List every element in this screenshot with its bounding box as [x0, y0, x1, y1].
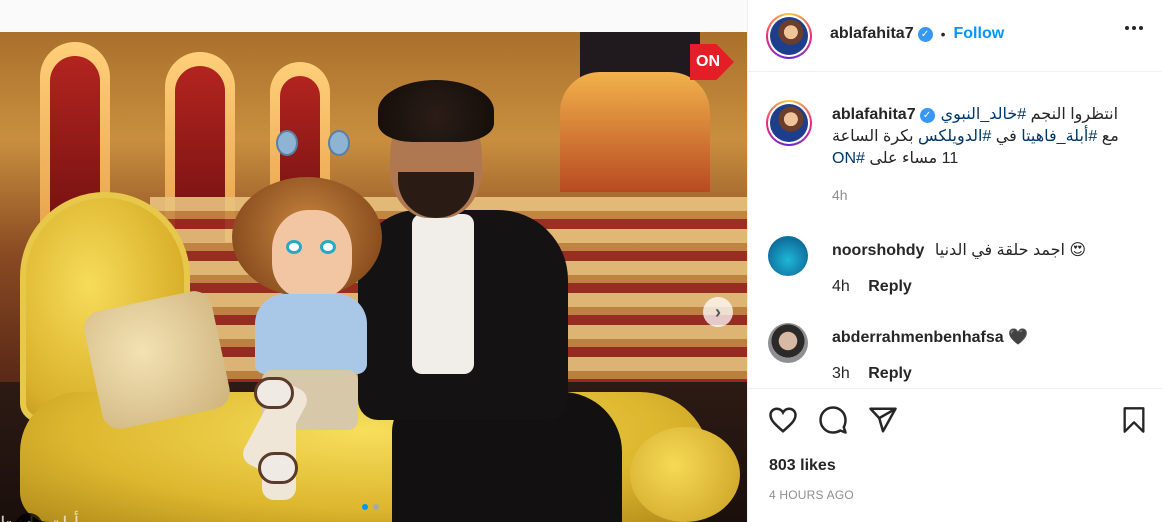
verified-badge-icon: ✓	[919, 107, 935, 123]
caption-line-2: مع #أبلة_فاهيتا في #الدويلكس بكرة الساعة	[832, 128, 1119, 145]
commenter-avatar[interactable]	[768, 323, 808, 363]
carousel-dot	[373, 504, 379, 510]
hashtag-link[interactable]: #أبلة_فاهيتا	[1021, 128, 1097, 145]
puppet-shirt	[255, 294, 367, 374]
puppet-eye	[286, 240, 302, 254]
caption-timestamp: 4h	[832, 187, 848, 203]
header-separator: •	[940, 26, 946, 42]
puppet-antenna	[276, 130, 298, 156]
commenter-avatar[interactable]	[768, 236, 808, 276]
puppet-face	[272, 210, 352, 298]
black-heart-emoji: 🖤	[1008, 329, 1028, 346]
channel-logo: ON	[690, 44, 734, 80]
reply-button[interactable]: Reply	[868, 278, 912, 295]
more-options-icon[interactable]	[1125, 26, 1143, 30]
comment-age: 4h	[832, 278, 850, 295]
hashtag-link[interactable]: #ON	[832, 150, 865, 167]
post-panel: ablafahita7 ✓ • Follow ablafahita7 ✓ انت…	[747, 0, 1162, 522]
commenter-username[interactable]: noorshohdy	[832, 242, 924, 259]
chevron-right-icon: ›	[715, 301, 721, 322]
author-username[interactable]: ablafahita7	[830, 25, 914, 43]
sofa-arm	[630, 427, 740, 522]
caption-line-3: 11 مساء على #ON	[832, 150, 959, 167]
post-timestamp: 4 HOURS AGO	[769, 488, 854, 502]
comment-text: اجمد حلقة في الدنيا	[934, 242, 1065, 259]
comment-icon[interactable]	[818, 405, 848, 435]
carousel-next-button[interactable]: ›	[703, 297, 733, 327]
reply-button[interactable]: Reply	[868, 365, 912, 382]
hashtag-link[interactable]: #خالد_النبوي	[941, 106, 1027, 123]
top-strip	[0, 0, 747, 32]
follow-button[interactable]: Follow	[954, 25, 1005, 43]
heart-eyes-emoji: 😍	[1069, 242, 1087, 259]
puppet-eye	[320, 240, 336, 254]
comment-meta: 4h Reply	[832, 278, 912, 296]
comment-meta: 3h Reply	[832, 365, 912, 383]
bookmark-icon[interactable]	[1120, 405, 1148, 435]
likes-count[interactable]: 803 likes	[769, 457, 836, 475]
post-image[interactable]: ON › أبلة فاهيتا	[0, 32, 747, 522]
puppet-shoe	[258, 452, 298, 484]
author-avatar[interactable]	[766, 13, 812, 59]
post-header: ablafahita7 ✓ • Follow	[748, 0, 1162, 72]
post-actions: 803 likes 4 HOURS AGO	[748, 388, 1162, 522]
comment: noorshohdy اجمد حلقة في الدنيا 😍	[832, 240, 1086, 260]
man-hair	[378, 80, 494, 142]
caption-author-avatar[interactable]	[766, 100, 812, 146]
comments-section: ablafahita7 ✓ انتظروا النجم #خالد_النبوي…	[748, 72, 1162, 388]
comment: abderrahmenbenhafsa 🖤	[832, 327, 1028, 347]
caption-username[interactable]: ablafahita7	[832, 104, 916, 126]
carousel-dot-active	[362, 504, 368, 510]
commenter-username[interactable]: abderrahmenbenhafsa	[832, 329, 1004, 346]
header-user-row: ablafahita7 ✓ • Follow	[830, 25, 1004, 43]
puppet-antenna	[328, 130, 350, 156]
verified-badge-icon: ✓	[917, 26, 933, 42]
caption: ablafahita7 ✓ انتظروا النجم #خالد_النبوي…	[832, 104, 1142, 206]
heart-icon[interactable]	[768, 405, 798, 435]
hashtag-link[interactable]: #الدويلكس	[918, 128, 991, 145]
comment-age: 3h	[832, 365, 850, 382]
background-stage	[560, 72, 710, 192]
puppet-shoe	[254, 377, 294, 409]
carousel-indicator	[362, 504, 379, 510]
share-icon[interactable]	[868, 405, 898, 435]
caption-line-1: انتظروا النجم #خالد_النبوي	[940, 106, 1119, 123]
man-tshirt	[412, 214, 474, 374]
